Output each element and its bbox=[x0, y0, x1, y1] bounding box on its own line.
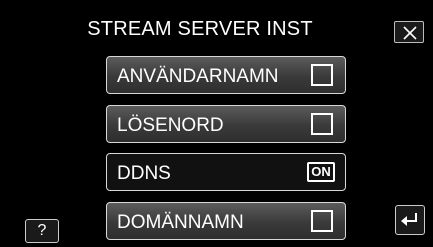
menu-item-label: DDNS bbox=[117, 163, 171, 184]
menu-item-label: LÖSENORD bbox=[117, 115, 224, 136]
close-button[interactable] bbox=[394, 21, 424, 43]
ddns-on-toggle[interactable]: ON bbox=[307, 162, 335, 182]
menu-item-password[interactable]: LÖSENORD bbox=[106, 105, 346, 143]
username-checkbox[interactable] bbox=[311, 64, 333, 86]
screen-title: STREAM SERVER INST bbox=[87, 18, 313, 40]
back-arrow-icon bbox=[401, 213, 417, 226]
close-icon bbox=[403, 26, 417, 40]
menu-item-label: DOMÄNNAMN bbox=[117, 212, 244, 233]
password-checkbox[interactable] bbox=[311, 113, 333, 135]
menu-item-username[interactable]: ANVÄNDARNAMN bbox=[106, 56, 346, 94]
back-button[interactable] bbox=[395, 205, 425, 235]
domain-name-checkbox[interactable] bbox=[311, 210, 333, 232]
help-button[interactable]: ? bbox=[25, 219, 59, 243]
menu-item-domain-name[interactable]: DOMÄNNAMN bbox=[106, 202, 346, 240]
menu-item-label: ANVÄNDARNAMN bbox=[117, 66, 279, 87]
menu-item-ddns[interactable]: DDNS ON bbox=[106, 153, 346, 191]
help-icon: ? bbox=[37, 222, 47, 239]
